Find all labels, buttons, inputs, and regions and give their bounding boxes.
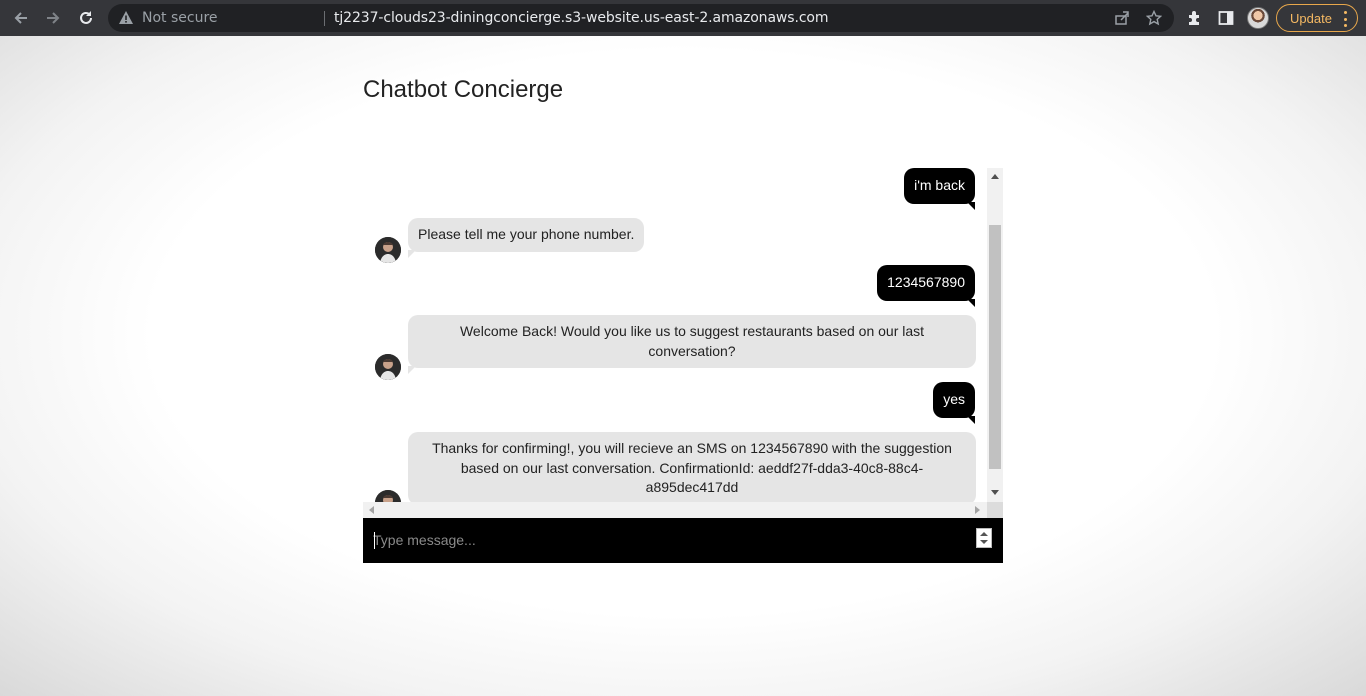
user-message: yes [933,382,975,423]
scrollbar-thumb[interactable] [989,225,1001,469]
side-panel-icon[interactable] [1216,8,1236,28]
url-text[interactable]: tj2237-clouds23-diningconcierge.s3-websi… [334,10,829,26]
message-composer [363,518,1003,563]
bot-message: Please tell me your phone number. [408,218,645,257]
more-menu-icon [1343,11,1347,27]
bot-avatar [375,354,401,380]
extensions-icon[interactable] [1184,8,1204,28]
update-button-label: Update [1290,10,1332,26]
scrollbar-corner [987,502,1003,518]
security-status[interactable]: Not secure [142,10,218,26]
share-icon[interactable] [1113,9,1131,27]
bookmark-star-icon[interactable] [1145,9,1163,27]
chat-messages[interactable]: i'm back Please tell me your phone numbe… [363,168,987,502]
forward-icon[interactable] [41,6,65,30]
vertical-scrollbar[interactable] [987,168,1003,502]
bot-message: Thanks for confirming!, you will recieve… [408,432,976,502]
scroll-down-icon[interactable] [991,490,999,495]
page-content: Chatbot Concierge i'm back Please tell m… [0,36,1366,696]
back-icon[interactable] [9,6,33,30]
user-message: i'm back [904,168,975,209]
user-message: 1234567890 [877,265,975,306]
address-bar[interactable]: Not secure tj2237-clouds23-diningconcier… [108,4,1174,32]
text-cursor [374,532,375,549]
bot-message: Welcome Back! Would you like us to sugge… [408,315,976,374]
scroll-left-icon[interactable] [369,506,374,514]
warning-icon[interactable] [118,10,134,26]
input-spinner[interactable] [976,528,992,548]
message-input[interactable] [373,526,963,554]
browser-toolbar: Not secure tj2237-clouds23-diningconcier… [0,0,1366,36]
bot-avatar [375,237,401,263]
scroll-right-icon[interactable] [975,506,980,514]
reload-icon[interactable] [74,6,98,30]
profile-avatar[interactable] [1247,7,1269,29]
chat-window[interactable]: i'm back Please tell me your phone numbe… [363,168,1003,518]
spinner-up-icon[interactable] [980,532,988,536]
horizontal-scrollbar[interactable] [363,502,987,518]
page-title: Chatbot Concierge [363,76,564,103]
scroll-up-icon[interactable] [991,174,999,179]
bot-avatar [375,490,401,502]
omnibox-divider [324,11,325,26]
spinner-down-icon[interactable] [980,540,988,544]
update-button[interactable]: Update [1276,4,1358,32]
